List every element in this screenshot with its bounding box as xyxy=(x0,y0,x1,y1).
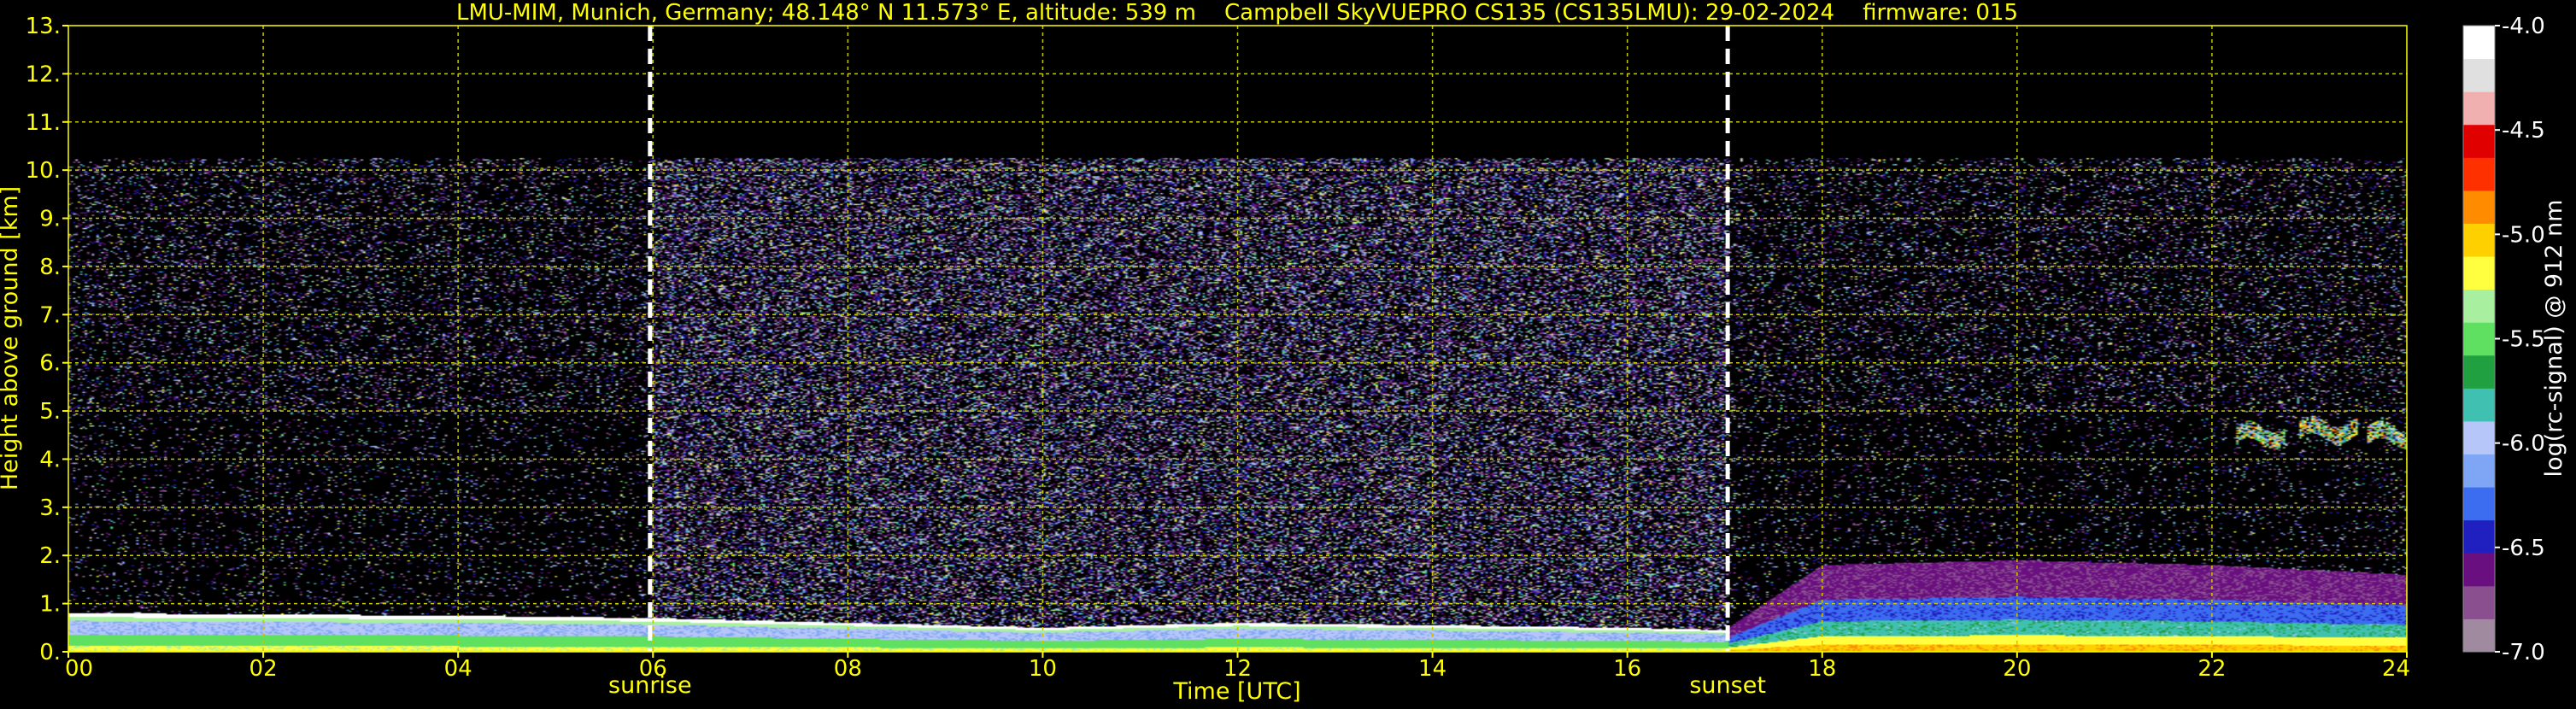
x-tick-label: 00 xyxy=(65,656,93,682)
colorbar-segment xyxy=(2463,124,2495,158)
colorbar-segment xyxy=(2463,157,2495,191)
colorbar-label: log(rc-signal) @ 912 nm xyxy=(2541,200,2567,478)
y-tick-label: 10. xyxy=(26,158,61,184)
chart-title: LMU-MIM, Munich, Germany; 48.148° N 11.5… xyxy=(456,0,2018,26)
ceilometer-figure: LMU-MIM, Munich, Germany; 48.148° N 11.5… xyxy=(0,0,2576,706)
colorbar-segment xyxy=(2463,289,2495,323)
colorbar-segment xyxy=(2463,553,2495,587)
x-tick-label: 24 xyxy=(2382,656,2410,682)
colorbar-tick-label: -6.5 xyxy=(2502,536,2545,561)
backscatter-heatmap xyxy=(68,26,2407,652)
colorbar-tick-label: -4.5 xyxy=(2502,118,2545,144)
x-tick-label: 14 xyxy=(1418,656,1446,682)
y-tick-label: 6. xyxy=(39,351,61,377)
y-tick-label: 8. xyxy=(39,255,61,280)
colorbar-tick-label: -5.0 xyxy=(2502,222,2545,248)
y-tick-label: 3. xyxy=(39,495,61,521)
colorbar-segment xyxy=(2463,58,2495,92)
x-axis-label: Time [UTC] xyxy=(1172,678,1300,705)
backscatter-chart: LMU-MIM, Munich, Germany; 48.148° N 11.5… xyxy=(0,0,2576,706)
colorbar-segment xyxy=(2463,487,2495,521)
y-tick-label: 7. xyxy=(39,302,61,328)
y-tick-label: 4. xyxy=(39,447,61,472)
colorbar-segment xyxy=(2463,354,2495,389)
y-tick-label: 0. xyxy=(39,640,61,665)
colorbar-segment xyxy=(2463,322,2495,356)
x-tick-label: 02 xyxy=(249,656,278,682)
x-tick-label: 20 xyxy=(2003,656,2031,682)
x-tick-label: 10 xyxy=(1029,656,1057,682)
x-tick-label: 16 xyxy=(1613,656,1641,682)
y-axis-label: Height above ground [km] xyxy=(0,186,23,490)
colorbar-segment xyxy=(2463,519,2495,554)
colorbar-segment xyxy=(2463,91,2495,126)
colorbar-tick-label: -5.5 xyxy=(2502,327,2545,353)
colorbar-segment xyxy=(2463,585,2495,619)
colorbar-segment xyxy=(2463,256,2495,290)
x-tick-label: 18 xyxy=(1808,656,1836,682)
colorbar-segment xyxy=(2463,388,2495,422)
y-tick-label: 2. xyxy=(39,543,61,569)
marker-label-sunset: sunset xyxy=(1689,672,1766,699)
x-tick-label: 06 xyxy=(639,656,667,682)
plot-area xyxy=(68,26,2407,652)
colorbar-tick-label: -4.0 xyxy=(2502,14,2545,39)
y-tick-label: 1. xyxy=(39,592,61,618)
x-tick-label: 08 xyxy=(834,656,862,682)
y-tick-label: 13. xyxy=(26,14,61,39)
colorbar-segment xyxy=(2463,190,2495,224)
colorbar-segment xyxy=(2463,223,2495,257)
colorbar-segment xyxy=(2463,26,2495,60)
y-tick-label: 12. xyxy=(26,62,61,87)
y-tick-label: 5. xyxy=(39,399,61,425)
colorbar-tick-label: -7.0 xyxy=(2502,640,2545,665)
colorbar-segment xyxy=(2463,454,2495,488)
x-tick-label: 22 xyxy=(2198,656,2226,682)
y-tick-label: 9. xyxy=(39,207,61,232)
colorbar-segment xyxy=(2463,618,2495,653)
x-tick-label: 04 xyxy=(444,656,472,682)
y-tick-label: 11. xyxy=(26,110,61,136)
colorbar-tick-label: -6.0 xyxy=(2502,431,2545,457)
colorbar-segment xyxy=(2463,420,2495,455)
